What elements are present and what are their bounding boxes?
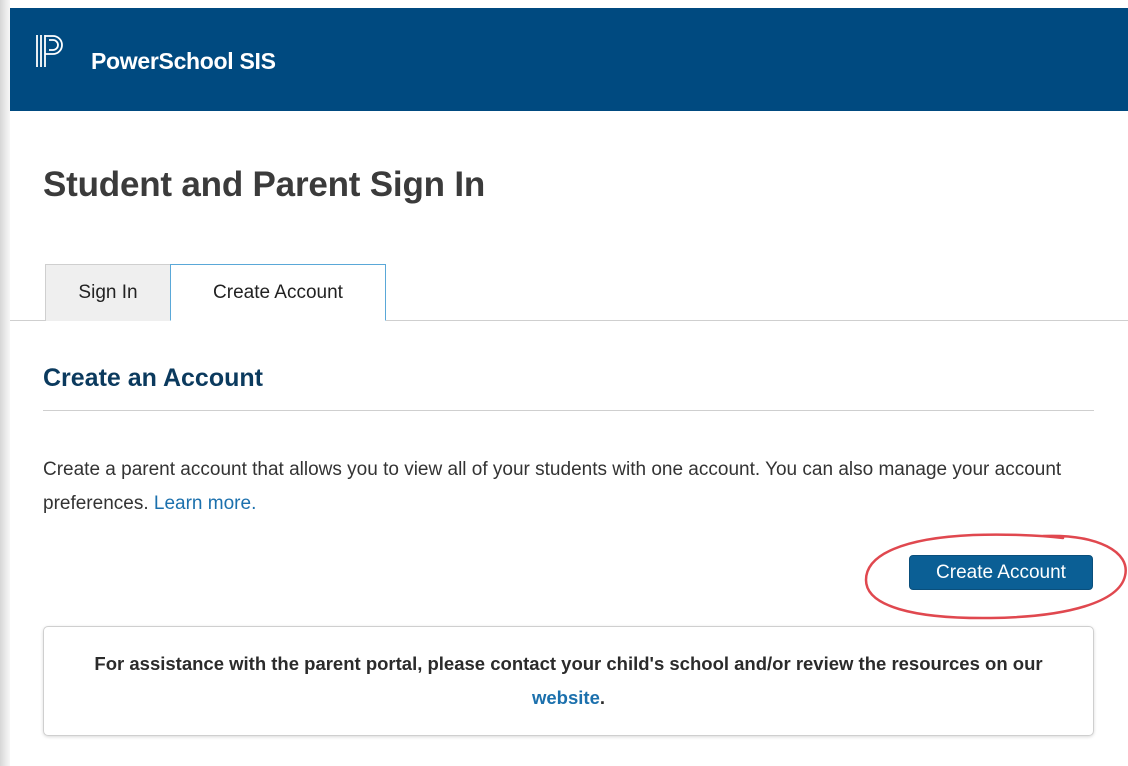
learn-more-link[interactable]: Learn more.	[154, 493, 256, 514]
assistance-message: For assistance with the parent portal, p…	[94, 653, 1043, 674]
website-link[interactable]: website	[532, 687, 600, 708]
tab-create-account[interactable]: Create Account	[170, 264, 386, 321]
app-title: PowerSchool SIS	[91, 48, 276, 74]
section-divider	[43, 410, 1094, 411]
page-left-edge	[0, 0, 10, 766]
create-account-button[interactable]: Create Account	[909, 555, 1093, 590]
assistance-box: For assistance with the parent portal, p…	[43, 626, 1094, 736]
powerschool-logo-icon	[36, 35, 63, 67]
account-description: Create a parent account that allows you …	[43, 453, 1103, 521]
section-title: Create an Account	[43, 364, 263, 392]
page-title: Student and Parent Sign In	[43, 165, 486, 204]
tab-sign-in[interactable]: Sign In	[45, 264, 171, 321]
app-header: PowerSchool SIS	[10, 8, 1128, 111]
assistance-text: For assistance with the parent portal, p…	[84, 647, 1053, 715]
assistance-trailing: .	[599, 687, 605, 708]
